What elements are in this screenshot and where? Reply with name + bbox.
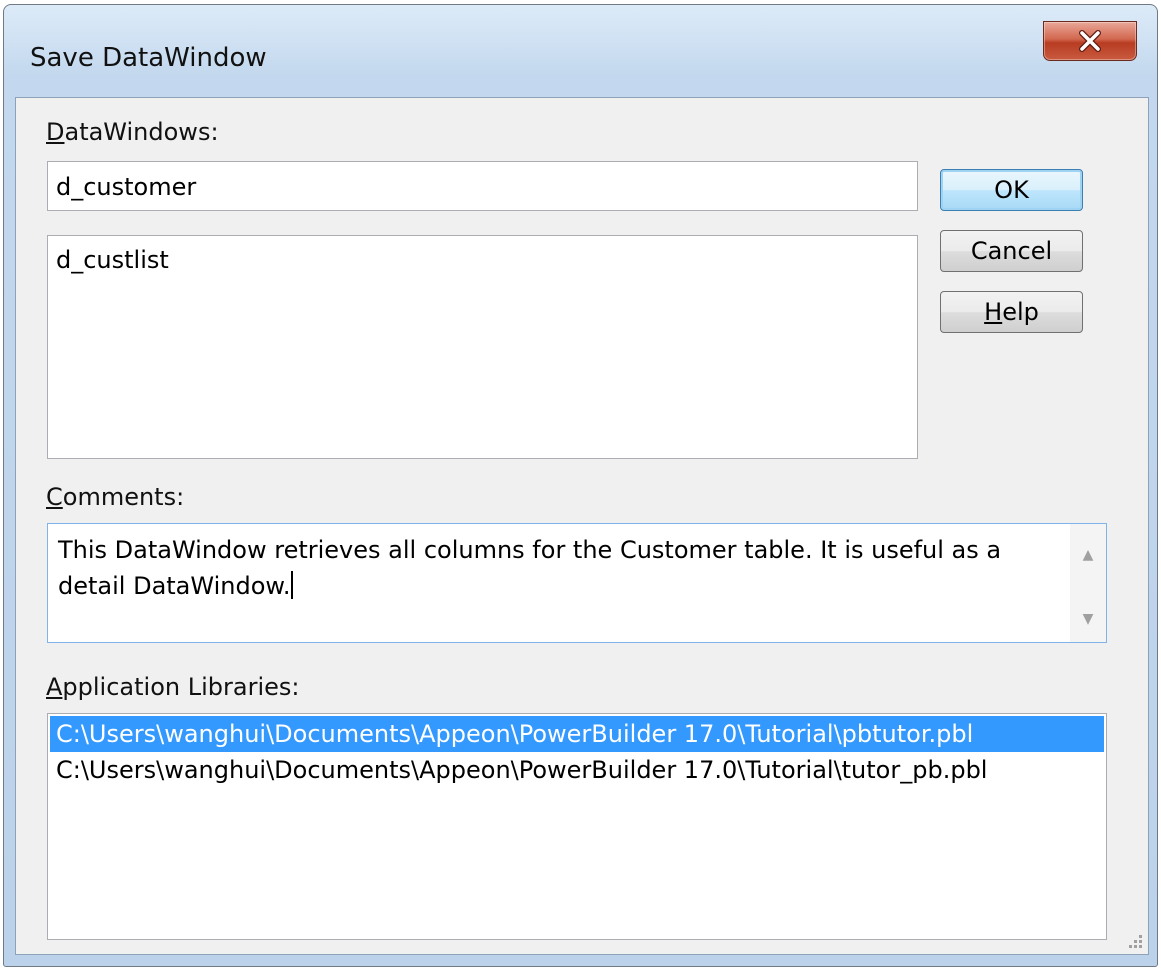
comments-textarea[interactable]: This DataWindow retrieves all columns fo… — [47, 523, 1107, 643]
comments-label: Comments: — [46, 483, 184, 511]
dialog-client-area: DataWindows: d_customer d_custlist OK Ca… — [15, 97, 1149, 955]
application-libraries-label: Application Libraries: — [46, 673, 299, 701]
datawindows-label-accel: D — [46, 118, 65, 146]
ok-button[interactable]: OK — [940, 169, 1083, 211]
comments-label-accel: C — [46, 483, 63, 511]
library-item-pbtutor[interactable]: C:\Users\wanghui\Documents\Appeon\PowerB… — [50, 716, 1104, 752]
resize-grip-icon[interactable] — [1124, 930, 1144, 950]
datawindow-name-value: d_customer — [56, 173, 197, 201]
comments-label-rest: omments: — [62, 483, 185, 511]
list-item[interactable]: d_custlist — [56, 246, 169, 274]
comments-value: This DataWindow retrieves all columns fo… — [58, 536, 1002, 600]
help-button-accel: H — [984, 298, 1003, 326]
comments-text: This DataWindow retrieves all columns fo… — [58, 532, 1058, 604]
help-button[interactable]: Help — [940, 291, 1083, 333]
scroll-up-arrow-icon[interactable]: ▲ — [1070, 538, 1106, 572]
datawindow-name-input[interactable]: d_customer — [47, 161, 918, 211]
libraries-label-rest: pplication Libraries: — [62, 673, 300, 701]
cancel-button[interactable]: Cancel — [940, 230, 1083, 272]
close-x-icon — [1079, 30, 1101, 52]
scroll-down-arrow-icon[interactable]: ▼ — [1070, 602, 1106, 636]
application-libraries-list[interactable]: C:\Users\wanghui\Documents\Appeon\PowerB… — [47, 713, 1107, 940]
comments-scrollbar[interactable]: ▲ ▼ — [1070, 524, 1106, 642]
close-button[interactable] — [1043, 21, 1137, 61]
help-button-rest: elp — [1002, 298, 1039, 326]
save-datawindow-dialog: Save DataWindow DataWindows: d_customer … — [3, 4, 1158, 967]
datawindows-label: DataWindows: — [46, 118, 219, 146]
libraries-label-accel: A — [46, 673, 63, 701]
library-item-tutor-pb[interactable]: C:\Users\wanghui\Documents\Appeon\PowerB… — [50, 752, 1104, 788]
existing-datawindows-list[interactable]: d_custlist — [47, 235, 918, 459]
dialog-title: Save DataWindow — [30, 43, 267, 73]
datawindows-label-rest: ataWindows: — [64, 118, 219, 146]
text-caret — [291, 571, 294, 599]
